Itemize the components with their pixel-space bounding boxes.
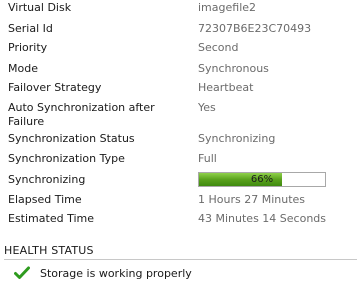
failover-strategy-label: Failover Strategy [8, 81, 102, 94]
health-status-text: Storage is working properly [40, 266, 192, 280]
elapsed-time-value: 1 Hours 27 Minutes [198, 193, 306, 206]
auto-synchronization-value: Yes [198, 101, 216, 114]
health-divider [4, 259, 357, 260]
synchronization-status-value: Synchronizing [198, 132, 276, 145]
synchronization-status-label: Synchronization Status [8, 132, 135, 145]
failover-strategy-value: Heartbeat [198, 81, 254, 94]
serial-id-label: Serial Id [8, 22, 53, 35]
green-check-icon [14, 265, 30, 281]
serial-id-value: 72307B6E23C70493 [198, 22, 312, 35]
mode-label: Mode [8, 62, 38, 75]
synchronization-type-label: Synchronization Type [8, 152, 125, 165]
auto-synchronization-label: Auto Synchronization after Failure [8, 101, 155, 128]
estimated-time-label: Estimated Time [8, 212, 94, 225]
priority-value: Second [198, 41, 239, 54]
synchronization-progress-bar: 66% [198, 172, 326, 187]
health-status-item: Storage is working properly [14, 264, 192, 282]
estimated-time-value: 43 Minutes 14 Seconds [198, 212, 326, 225]
progress-text: 66% [250, 174, 274, 185]
synchronization-type-value: Full [198, 152, 217, 165]
synchronizing-label: Synchronizing [8, 173, 86, 186]
health-status-title: HEALTH STATUS [4, 244, 94, 257]
mode-value: Synchronous [198, 62, 269, 75]
virtual-disk-label: Virtual Disk [8, 1, 72, 14]
virtual-disk-value: imagefile2 [198, 1, 257, 14]
elapsed-time-label: Elapsed Time [8, 193, 82, 206]
priority-label: Priority [8, 41, 48, 54]
